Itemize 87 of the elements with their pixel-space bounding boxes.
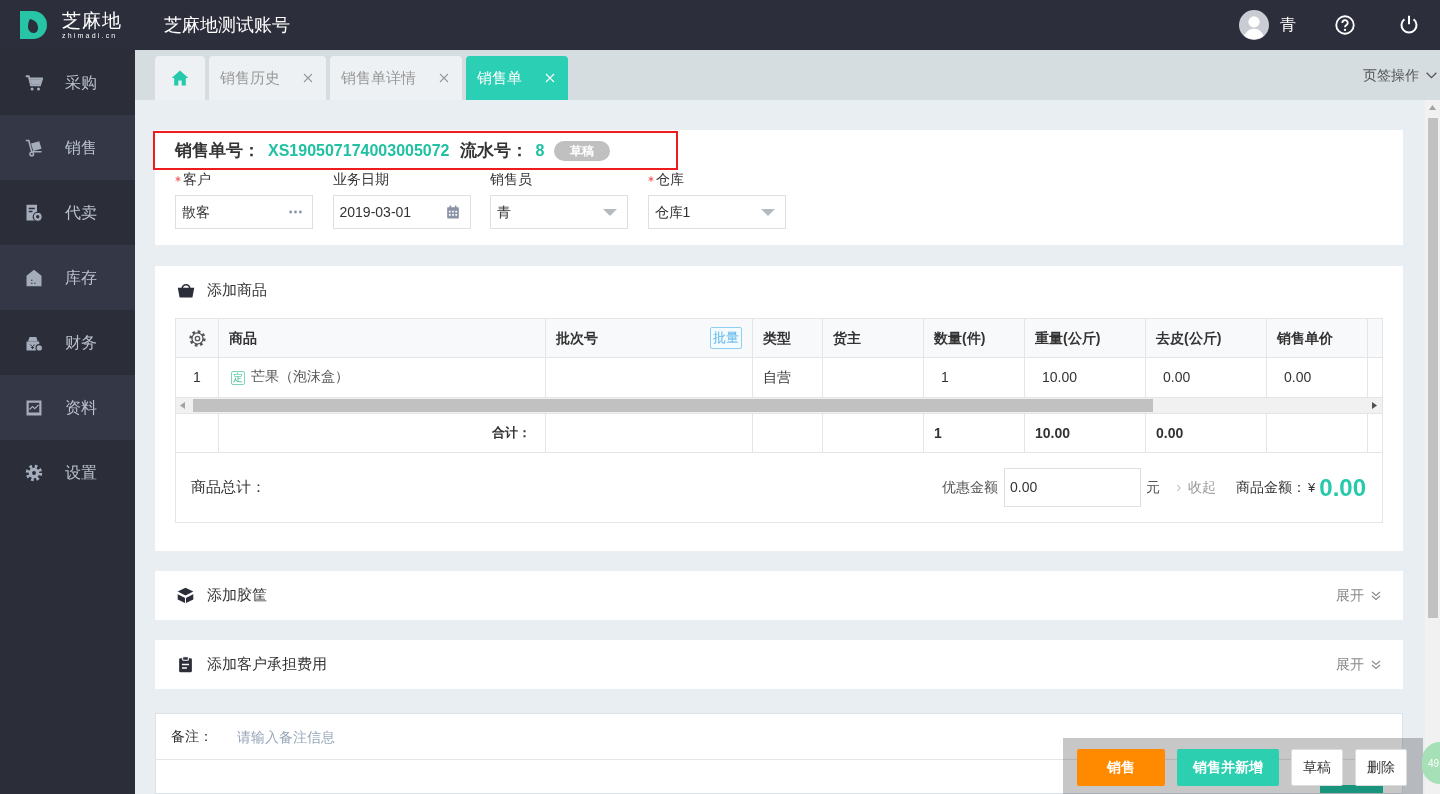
column-header: 销售单价 — [1277, 328, 1333, 348]
date-field[interactable]: 2019-03-01 — [332, 195, 471, 229]
sidebar-item[interactable]: 库存 — [0, 245, 135, 310]
row-number: 1 — [193, 368, 201, 387]
logo-icon — [20, 11, 48, 39]
discount-label: 优惠金额 — [942, 478, 999, 497]
caret-down-icon — [760, 208, 775, 216]
product-name: 芒果（泡沫盒） — [251, 368, 349, 387]
close-icon[interactable] — [302, 72, 314, 84]
double-chevron-down-icon — [1370, 589, 1382, 602]
field-label: 销售员 — [490, 169, 532, 189]
total-value: 1 — [934, 423, 942, 443]
table-cell-text: 1 — [941, 368, 949, 387]
goods-amount: 0.00 — [1319, 472, 1366, 503]
column-header: 商品 — [229, 328, 257, 348]
column-header: 类型 — [763, 328, 791, 348]
double-chevron-down-icon — [1370, 658, 1382, 671]
settings-icon — [25, 463, 43, 482]
section-title: 添加商品 — [207, 279, 267, 300]
avatar-icon[interactable] — [1239, 10, 1269, 40]
currency-sign: ¥ — [1308, 478, 1316, 497]
account-title: 芝麻地测试账号 — [164, 13, 290, 37]
order-number-label: 销售单号： — [175, 139, 260, 162]
cart-icon — [25, 73, 43, 92]
expand-toggle[interactable]: 展开 — [1336, 585, 1382, 606]
sidebar-item[interactable]: 资料 — [0, 375, 135, 440]
order-number: XS190507174003005072 — [268, 140, 450, 161]
boxes-icon — [177, 587, 194, 604]
table-cell-text: 自营 — [763, 368, 791, 387]
hand-truck-icon — [25, 138, 43, 157]
total-label: 合计： — [492, 424, 531, 443]
total-value: 10.00 — [1035, 423, 1071, 443]
document-badge-icon — [25, 203, 43, 222]
action-button[interactable]: 草稿 — [1291, 749, 1343, 786]
help-icon[interactable] — [1335, 15, 1355, 35]
serial-number: 8 — [535, 140, 545, 161]
table-cell-text: 0.00 — [1163, 368, 1191, 387]
action-button[interactable]: 删除 — [1355, 749, 1407, 786]
discount-field[interactable]: 0.00 — [1004, 468, 1142, 507]
sidebar-item[interactable]: 销售 — [0, 115, 135, 180]
settings-icon[interactable] — [187, 328, 207, 348]
column-header: 货主 — [833, 328, 861, 348]
clipboard-icon — [177, 656, 194, 673]
user-name[interactable]: 青 — [1280, 13, 1296, 37]
scrollbar-thumb[interactable] — [1427, 118, 1438, 618]
column-header: 去皮(公斤) — [1156, 328, 1222, 348]
serial-label: 流水号： — [459, 139, 528, 162]
unit-label: 元 — [1146, 478, 1161, 497]
table-cell-text: 0.00 — [1284, 368, 1312, 387]
remark-field[interactable]: 请输入备注信息 — [237, 721, 737, 752]
chart-board-icon — [25, 398, 43, 417]
power-icon[interactable] — [1399, 15, 1419, 35]
scroll-left-icon[interactable] — [180, 402, 185, 409]
remark-label: 备注： — [171, 727, 213, 746]
status-badge: 草稿 — [554, 140, 611, 161]
field-label: 仓库 — [655, 169, 684, 189]
home-icon — [170, 68, 190, 88]
home-tab[interactable] — [155, 56, 205, 100]
chevron-right-icon — [1175, 482, 1184, 493]
calendar-icon — [445, 205, 460, 219]
column-header: 批次号 — [556, 328, 598, 348]
picker-field[interactable]: 散客 — [175, 195, 313, 229]
section-title: 添加客户承担费用 — [207, 654, 327, 675]
field-label: 客户 — [183, 169, 211, 189]
action-button[interactable] — [1320, 785, 1383, 793]
column-header: 重量(公斤) — [1035, 328, 1101, 348]
column-header: 数量(件) — [934, 328, 986, 348]
product-tag: 定 — [231, 370, 245, 385]
logo-text: 芝麻地 — [62, 10, 122, 31]
close-icon[interactable] — [438, 72, 450, 84]
scroll-up-icon[interactable] — [1429, 105, 1436, 110]
scrollbar-thumb[interactable] — [193, 399, 1153, 412]
total-value: 0.00 — [1156, 423, 1184, 443]
expand-toggle[interactable]: 展开 — [1336, 654, 1382, 675]
summary-label: 商品总计： — [191, 477, 266, 498]
select-field[interactable]: 仓库1 — [647, 195, 786, 229]
basket-icon — [177, 281, 195, 299]
house-icon — [25, 268, 43, 287]
caret-down-icon — [603, 208, 617, 216]
tab-actions-menu[interactable]: 页签操作 — [1363, 64, 1438, 86]
select-field[interactable]: 青 — [490, 195, 628, 229]
amount-label: 商品金额： — [1236, 478, 1307, 497]
section-title: 添加胶筐 — [207, 585, 267, 606]
table-cell-text: 10.00 — [1042, 368, 1078, 387]
field-label: 业务日期 — [332, 169, 389, 189]
scroll-right-icon[interactable] — [1372, 402, 1377, 409]
more-icon — [289, 210, 302, 214]
